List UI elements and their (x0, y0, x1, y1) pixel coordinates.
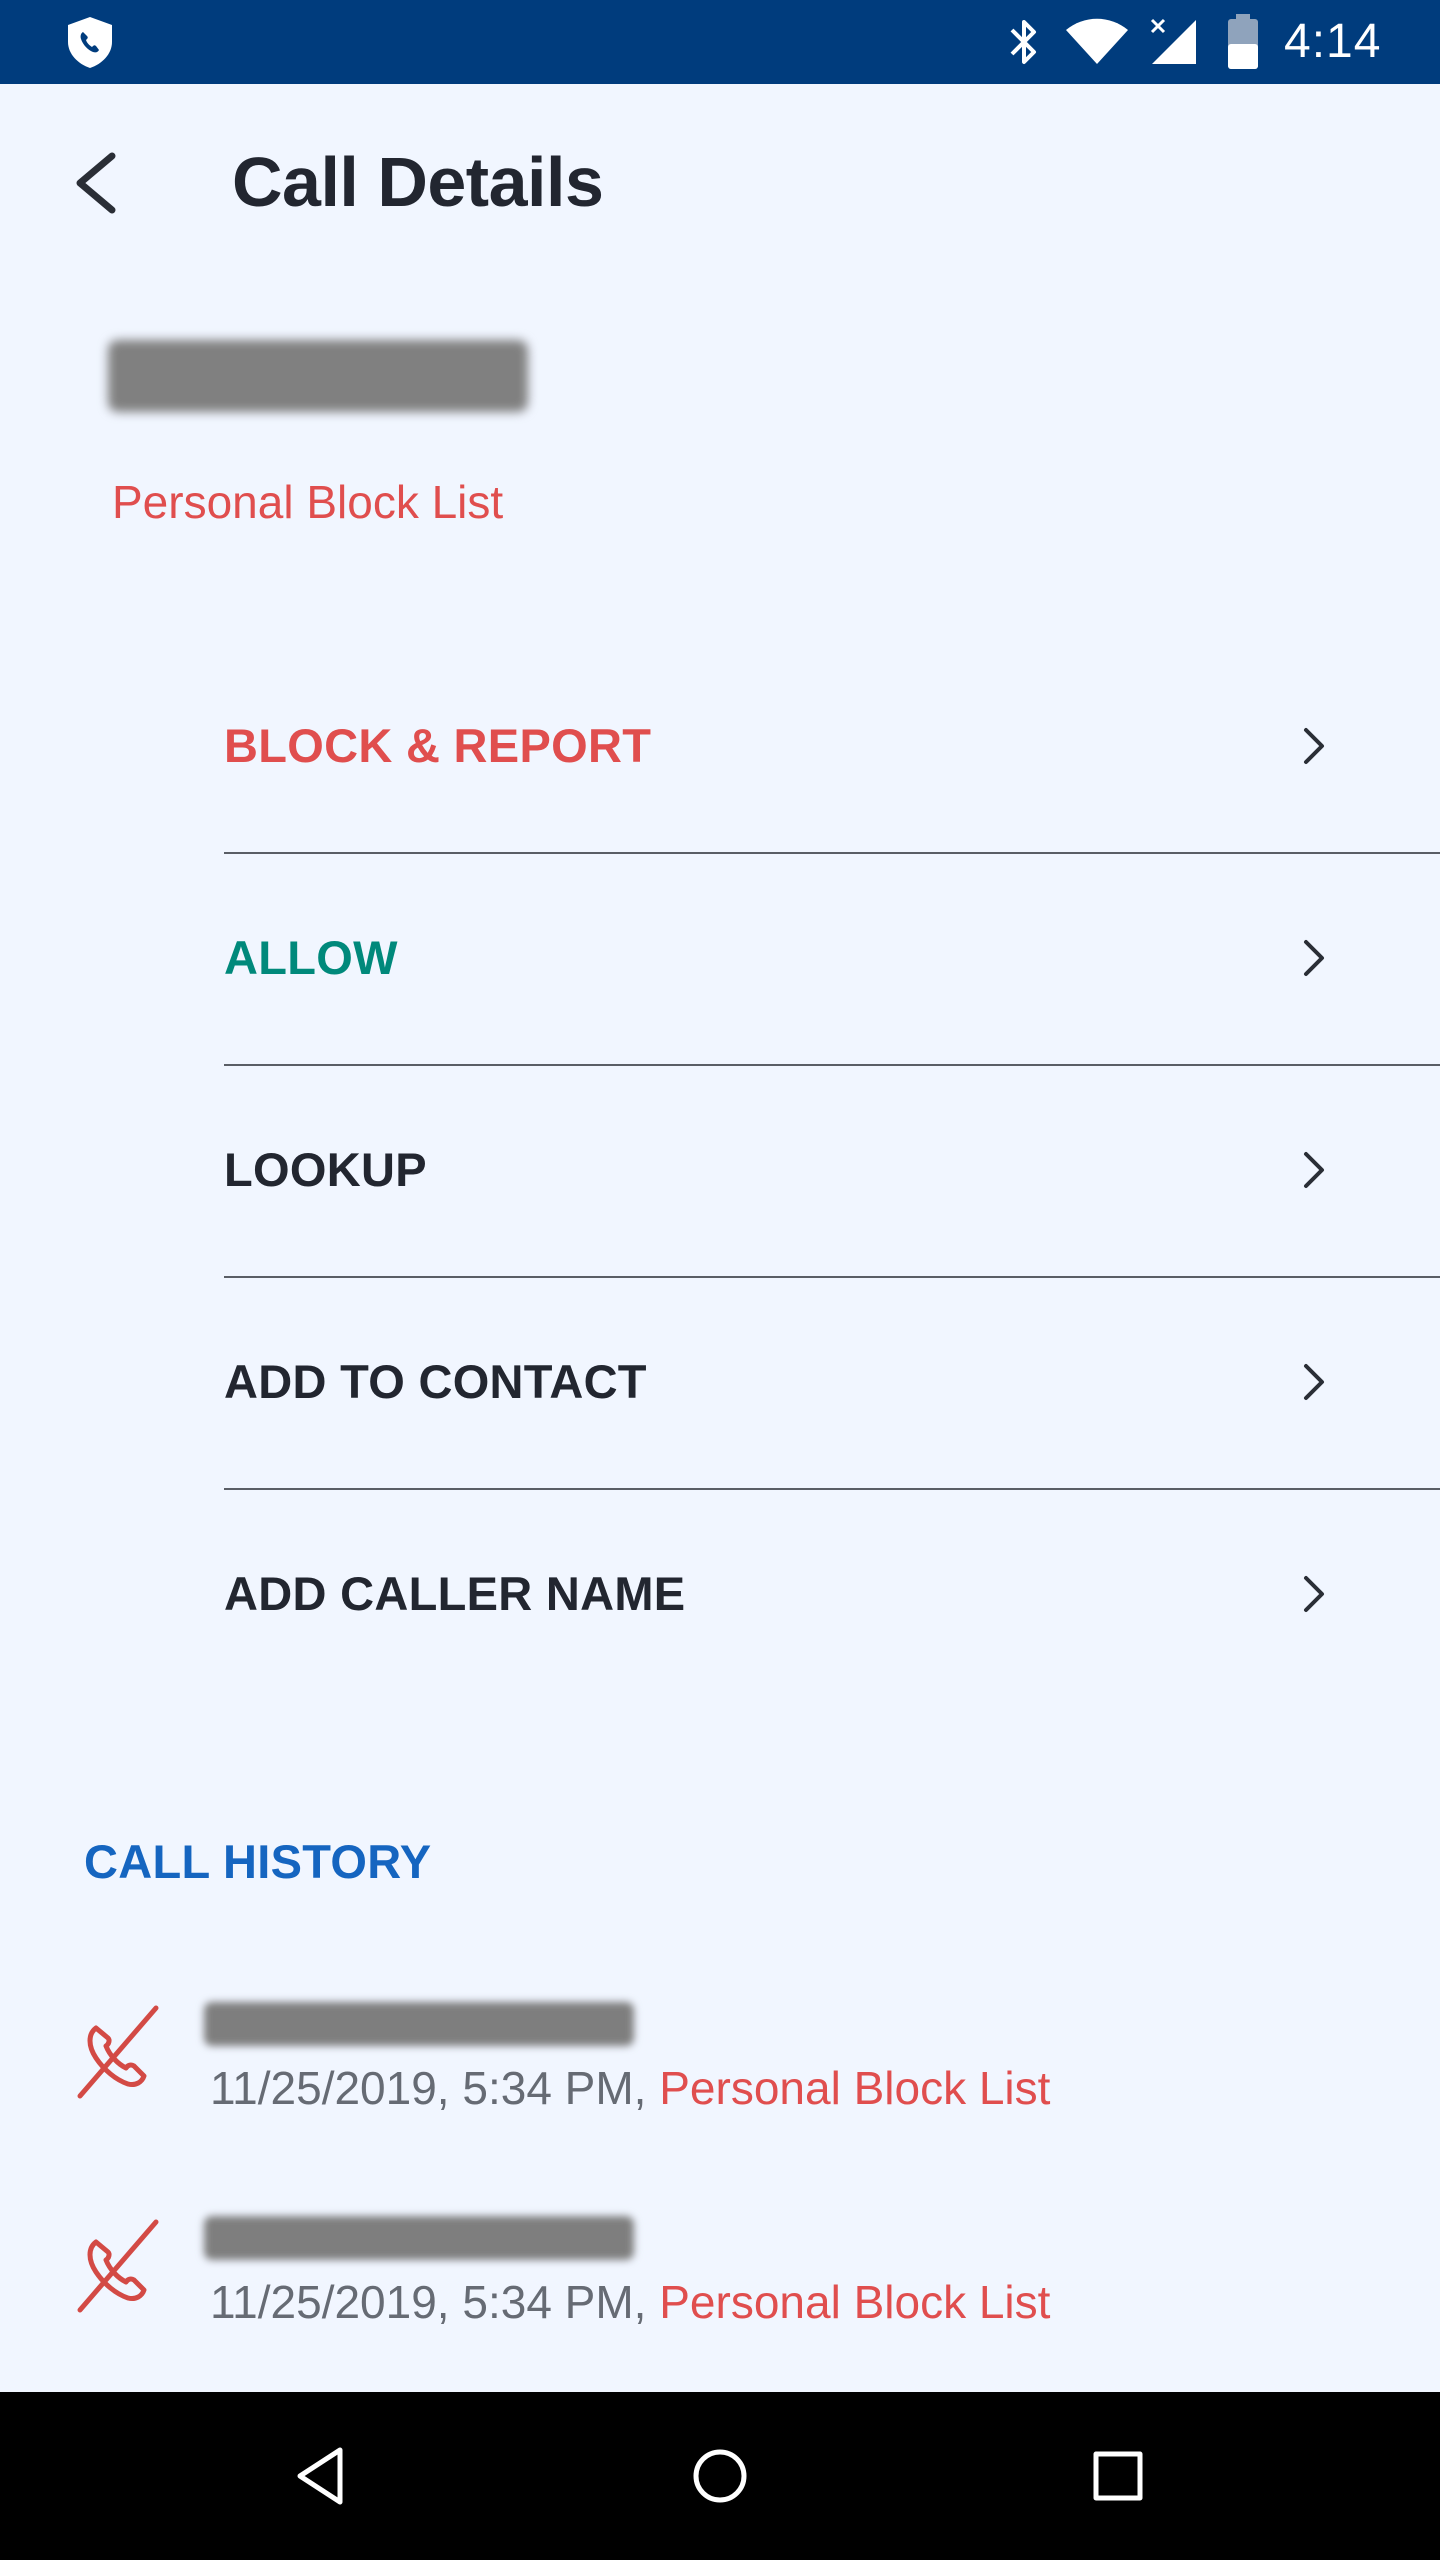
chevron-right-icon (1304, 1576, 1324, 1612)
bluetooth-icon (1010, 20, 1036, 64)
allow-label: ALLOW (224, 931, 398, 984)
history-meta: 11/25/2019, 5:34 PM, Personal Block List (210, 2060, 1050, 2116)
add-caller-name-label: ADD CALLER NAME (224, 1567, 686, 1620)
wifi-icon (1066, 18, 1128, 64)
add-to-contact-row[interactable]: ADD TO CONTACT (224, 1278, 1440, 1490)
back-triangle-icon[interactable] (284, 2438, 360, 2514)
shield-phone-icon (68, 17, 112, 68)
battery-icon (1228, 14, 1258, 69)
history-source: Personal Block List (659, 2062, 1051, 2114)
history-item[interactable]: 11/25/2019, 5:34 PM, Personal Block List (0, 2000, 1440, 2200)
status-bar: 4:14 (0, 0, 1440, 84)
history-item[interactable]: 11/25/2019, 5:34 PM, Personal Block List (0, 2214, 1440, 2414)
chevron-right-icon (1304, 1364, 1324, 1400)
history-timestamp: 11/25/2019, 5:34 PM, (210, 2276, 647, 2328)
caller-number-redacted (108, 340, 528, 412)
call-history-heading: CALL HISTORY (84, 1835, 432, 1888)
recents-square-icon[interactable] (1080, 2438, 1156, 2514)
caller-source-label: Personal Block List (112, 476, 504, 528)
history-number-redacted (204, 2216, 634, 2260)
lookup-label: LOOKUP (224, 1143, 427, 1196)
add-to-contact-label: ADD TO CONTACT (224, 1355, 647, 1408)
navigation-bar (0, 2392, 1440, 2560)
chevron-right-icon (1304, 940, 1324, 976)
chevron-right-icon (1304, 728, 1324, 764)
home-circle-icon[interactable] (682, 2438, 758, 2514)
block-report-label: BLOCK & REPORT (224, 719, 652, 772)
history-source: Personal Block List (659, 2276, 1051, 2328)
signal-icon (1150, 18, 1196, 64)
history-meta: 11/25/2019, 5:34 PM, Personal Block List (210, 2274, 1050, 2330)
allow-row[interactable]: ALLOW (224, 854, 1440, 1066)
missed-call-icon (77, 2219, 159, 2313)
add-caller-name-row[interactable]: ADD CALLER NAME (224, 1490, 1440, 1702)
lookup-row[interactable]: LOOKUP (224, 1066, 1440, 1278)
missed-call-icon (77, 2005, 159, 2099)
history-timestamp: 11/25/2019, 5:34 PM, (210, 2062, 647, 2114)
block-report-row[interactable]: BLOCK & REPORT (224, 642, 1440, 854)
back-arrow-icon[interactable] (54, 138, 144, 228)
history-number-redacted (204, 2002, 634, 2046)
page-title: Call Details (232, 143, 604, 221)
chevron-right-icon (1304, 1152, 1324, 1188)
status-time: 4:14 (1284, 15, 1382, 68)
